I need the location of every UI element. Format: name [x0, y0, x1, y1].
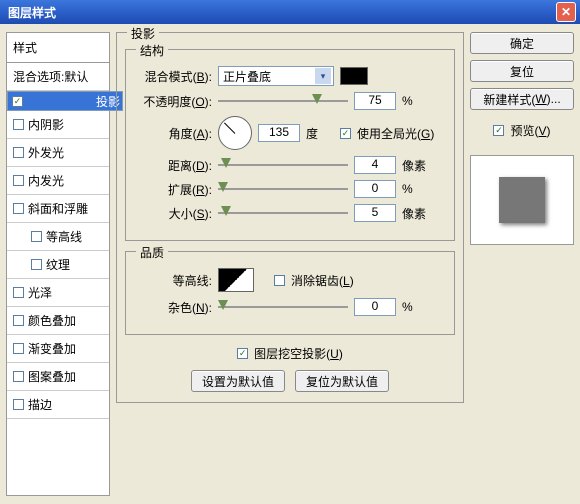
blend-mode-label: 混合模式(B): [134, 68, 212, 85]
noise-input[interactable]: 0 [354, 298, 396, 316]
preview-checkbox[interactable]: ✓ [493, 125, 504, 136]
style-label: 等高线 [46, 228, 82, 245]
style-checkbox[interactable] [13, 175, 24, 186]
chevron-down-icon: ▾ [315, 68, 331, 84]
style-item[interactable]: ✓投影 [7, 91, 123, 111]
noise-label: 杂色(N): [134, 299, 212, 316]
style-checkbox[interactable] [13, 203, 24, 214]
new-style-button[interactable]: 新建样式(W)... [470, 88, 574, 110]
angle-label: 角度(A): [134, 125, 212, 142]
make-default-button[interactable]: 设置为默认值 [191, 370, 285, 392]
style-checkbox[interactable] [13, 399, 24, 410]
style-item[interactable]: 斜面和浮雕 [7, 195, 109, 223]
style-item[interactable]: 外发光 [7, 139, 109, 167]
style-item[interactable]: 内阴影 [7, 111, 109, 139]
style-label: 内阴影 [28, 116, 64, 133]
style-label: 图案叠加 [28, 368, 76, 385]
style-checkbox[interactable] [13, 287, 24, 298]
style-item[interactable]: 纹理 [7, 251, 109, 279]
preview-label: 预览(V) [510, 122, 550, 139]
angle-input[interactable]: 135 [258, 124, 300, 142]
style-label: 颜色叠加 [28, 312, 76, 329]
noise-slider[interactable] [218, 300, 348, 314]
reset-default-button[interactable]: 复位为默认值 [295, 370, 389, 392]
style-label: 斜面和浮雕 [28, 200, 88, 217]
style-item[interactable]: 渐变叠加 [7, 335, 109, 363]
distance-slider[interactable] [218, 158, 348, 172]
style-label: 纹理 [46, 256, 70, 273]
style-label: 外发光 [28, 144, 64, 161]
antialias-checkbox[interactable] [274, 275, 285, 286]
quality-legend: 品质 [136, 244, 168, 261]
style-item[interactable]: 图案叠加 [7, 363, 109, 391]
structure-legend: 结构 [136, 42, 168, 59]
panel-title: 投影 [127, 25, 159, 42]
drop-shadow-panel: 投影 结构 混合模式(B): 正片叠底 ▾ 不透明度(O): 75 % [116, 32, 464, 403]
styles-header: 样式 [7, 33, 109, 63]
preview-box [470, 155, 574, 245]
opacity-slider[interactable] [218, 94, 348, 108]
style-checkbox[interactable] [31, 231, 42, 242]
style-item[interactable]: 光泽 [7, 279, 109, 307]
style-item[interactable]: 描边 [7, 391, 109, 419]
style-checkbox[interactable] [13, 315, 24, 326]
shadow-color-swatch[interactable] [340, 67, 368, 85]
distance-label: 距离(D): [134, 157, 212, 174]
angle-dial[interactable] [218, 116, 252, 150]
style-checkbox[interactable] [13, 119, 24, 130]
spread-slider[interactable] [218, 182, 348, 196]
style-label: 光泽 [28, 284, 52, 301]
size-slider[interactable] [218, 206, 348, 220]
antialias-label: 消除锯齿(L) [291, 272, 354, 289]
style-label: 渐变叠加 [28, 340, 76, 357]
opacity-input[interactable]: 75 [354, 92, 396, 110]
style-label: 内发光 [28, 172, 64, 189]
style-item[interactable]: 内发光 [7, 167, 109, 195]
size-label: 大小(S): [134, 205, 212, 222]
style-checkbox[interactable]: ✓ [12, 96, 23, 107]
size-input[interactable]: 5 [354, 204, 396, 222]
contour-label: 等高线: [134, 272, 212, 289]
global-light-label: 使用全局光(G) [357, 125, 434, 142]
blend-mode-select[interactable]: 正片叠底 ▾ [218, 66, 334, 86]
quality-group: 品质 等高线: 消除锯齿(L) 杂色(N): 0 % [125, 251, 455, 335]
title: 图层样式 [8, 4, 56, 21]
structure-group: 结构 混合模式(B): 正片叠底 ▾ 不透明度(O): 75 % 角 [125, 49, 455, 241]
knockout-label: 图层挖空投影(U) [254, 345, 343, 362]
contour-picker[interactable] [218, 268, 254, 292]
style-checkbox[interactable] [13, 371, 24, 382]
style-checkbox[interactable] [31, 259, 42, 270]
spread-input[interactable]: 0 [354, 180, 396, 198]
spread-label: 扩展(R): [134, 181, 212, 198]
close-icon[interactable]: ✕ [556, 2, 576, 22]
style-checkbox[interactable] [13, 343, 24, 354]
global-light-checkbox[interactable]: ✓ [340, 128, 351, 139]
blending-options[interactable]: 混合选项:默认 [7, 63, 109, 91]
style-item[interactable]: 等高线 [7, 223, 109, 251]
style-label: 描边 [28, 396, 52, 413]
style-item[interactable]: 颜色叠加 [7, 307, 109, 335]
distance-input[interactable]: 4 [354, 156, 396, 174]
knockout-checkbox[interactable]: ✓ [237, 348, 248, 359]
opacity-label: 不透明度(O): [134, 93, 212, 110]
cancel-button[interactable]: 复位 [470, 60, 574, 82]
styles-list: 样式 混合选项:默认 ✓投影内阴影外发光内发光斜面和浮雕等高线纹理光泽颜色叠加渐… [6, 32, 110, 496]
ok-button[interactable]: 确定 [470, 32, 574, 54]
style-checkbox[interactable] [13, 147, 24, 158]
